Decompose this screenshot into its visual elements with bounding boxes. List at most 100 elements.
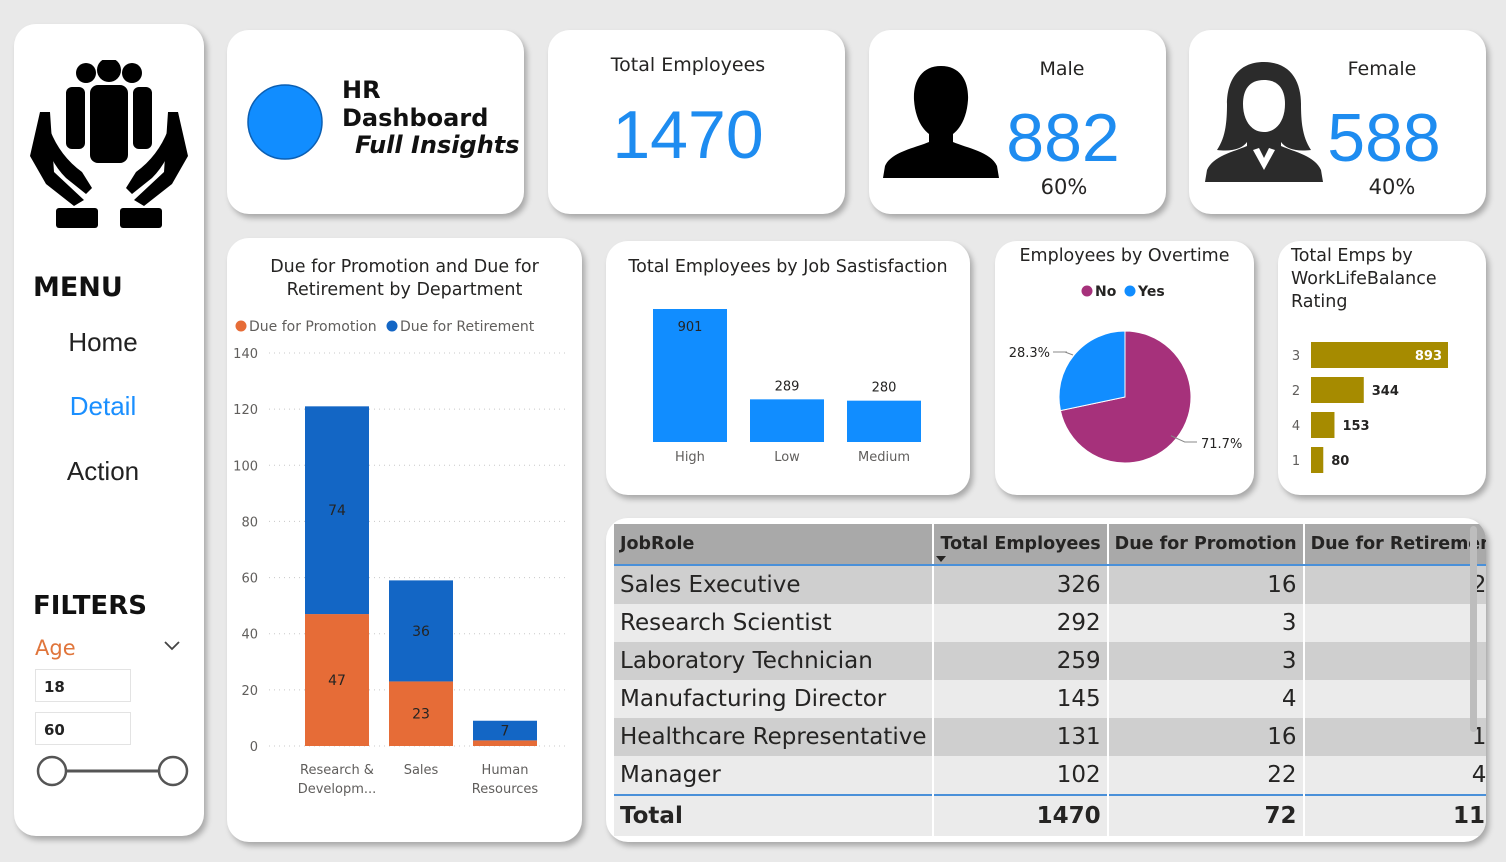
male-silhouette-icon: [883, 66, 999, 178]
table-row[interactable]: Laboratory Technician 259 3 5: [614, 642, 1486, 680]
promotion-bar: [473, 740, 537, 746]
x-tick-label: Medium: [858, 450, 910, 465]
col-header-total-employees[interactable]: Total Employees: [933, 524, 1109, 566]
age-max-input[interactable]: 60: [35, 712, 131, 745]
table-total-row: Total 1470 72 117: [614, 794, 1486, 836]
col-header-due-promotion[interactable]: Due for Promotion: [1107, 524, 1305, 566]
total-employees-value: 1470: [612, 97, 764, 173]
job-satisfaction-card: Total Employees by Job Sastisfaction 901…: [606, 241, 970, 495]
bar-data-label: 893: [1415, 349, 1442, 364]
table-row[interactable]: Manufacturing Director 145 4 9: [614, 680, 1486, 718]
slider-handle-min[interactable]: [36, 755, 68, 787]
bar-data-label: 7: [501, 724, 510, 740]
table-scrollbar[interactable]: [1470, 526, 1477, 732]
cell-jobrole: Sales Executive: [614, 565, 935, 604]
cell-promotion: 16: [1107, 565, 1305, 604]
cell-retirement: 5: [1303, 604, 1486, 642]
cell-jobrole: Healthcare Representative: [614, 718, 935, 756]
hr-care-logo-icon: [30, 60, 188, 228]
sidebar: MENU Home Detail Action FILTERS Age 18 6…: [14, 24, 204, 836]
table-row[interactable]: Manager 102 22 44: [614, 756, 1486, 795]
brand-circle-icon: [247, 84, 323, 160]
worklife-bar-chart: 3 893 2 344 4 153 1 80: [1292, 342, 1448, 473]
job-satisfaction-bar-chart: 901 High 289 Low 280 Medium: [653, 309, 921, 465]
nav-action[interactable]: Action: [14, 456, 192, 487]
female-label: Female: [1347, 58, 1417, 80]
col-header-total-employees-label: Total Employees: [940, 534, 1101, 554]
cell-jobrole: Manager: [614, 756, 935, 795]
department-stacked-bar-chart: Due for Promotion Due for Retirement 0 20 4…: [233, 319, 569, 797]
satisfaction-bar: [750, 399, 824, 442]
pie-data-label: 28.3%: [1009, 346, 1050, 361]
y-tick-label: 100: [233, 459, 258, 474]
y-tick-label: 0: [250, 740, 258, 755]
cell-promotion: 3: [1107, 642, 1305, 680]
legend-label: Due for Promotion: [249, 319, 377, 335]
age-range-slider[interactable]: [35, 754, 190, 788]
bar-data-label: 36: [412, 624, 430, 640]
cell-promotion: 16: [1107, 718, 1305, 756]
cell-jobrole: Laboratory Technician: [614, 642, 935, 680]
male-value: 882: [1006, 100, 1120, 176]
header-card: HR Dashboard Full Insights: [227, 30, 524, 214]
male-percent: 60%: [1040, 175, 1088, 199]
cell-jobrole: Manufacturing Director: [614, 680, 935, 718]
filters-title: FILTERS: [33, 591, 147, 621]
bar-data-label: 153: [1342, 419, 1369, 434]
male-card: Male 882 60%: [869, 30, 1166, 214]
x-tick-label: Resources: [472, 782, 539, 797]
cell-retirement: 5: [1303, 642, 1486, 680]
cell-total: 326: [933, 565, 1109, 604]
cell-total: 145: [933, 680, 1109, 718]
bar-data-label: 280: [872, 381, 897, 396]
table-row[interactable]: Healthcare Representative 131 16 13: [614, 718, 1486, 756]
slider-handle-max[interactable]: [157, 755, 189, 787]
y-tick-label: 60: [241, 572, 258, 587]
y-tick-label: 4: [1292, 419, 1300, 434]
y-tick-label: 2: [1292, 384, 1300, 399]
cell-total: 259: [933, 642, 1109, 680]
legend-label: No: [1095, 284, 1117, 300]
chevron-down-icon[interactable]: [162, 636, 182, 656]
x-tick-label: Low: [774, 450, 800, 465]
y-tick-label: 20: [241, 684, 258, 699]
bar-data-label: 289: [775, 379, 800, 394]
y-tick-label: 80: [241, 515, 258, 530]
pie-slice-yes: [1058, 330, 1126, 412]
table-row[interactable]: Research Scientist 292 3 5: [614, 604, 1486, 642]
jobrole-table: JobRole Total Employees Due for Promotio…: [614, 524, 1486, 836]
bar-data-label: 47: [328, 673, 346, 689]
worklife-bar: [1311, 412, 1335, 438]
male-label: Male: [1039, 58, 1085, 80]
cell-total-promotion: 72: [1107, 794, 1305, 836]
bar-data-label: 80: [1331, 454, 1349, 469]
worklife-bar: [1311, 447, 1324, 473]
y-tick-label: 140: [233, 347, 258, 362]
col-header-jobrole[interactable]: JobRole: [614, 524, 935, 566]
cell-retirement: 44: [1303, 756, 1486, 795]
y-tick-label: 1: [1292, 454, 1300, 469]
cell-promotion: 22: [1107, 756, 1305, 795]
cell-promotion: 3: [1107, 604, 1305, 642]
sort-descending-icon: [936, 556, 947, 562]
cell-retirement: 13: [1303, 718, 1486, 756]
pie-data-label: 71.7%: [1201, 437, 1242, 452]
y-tick-label: 120: [233, 403, 258, 418]
legend-marker: [386, 320, 398, 332]
cell-jobrole: Research Scientist: [614, 604, 935, 642]
table-row[interactable]: Sales Executive 326 16 20: [614, 565, 1486, 604]
dashboard-subtitle: Full Insights: [355, 131, 520, 159]
x-tick-label: Sales: [404, 763, 439, 778]
dashboard-title: HR Dashboard: [342, 76, 489, 132]
worklife-card: Total Emps by WorkLifeBalance Rating 3 89…: [1278, 241, 1486, 495]
x-tick-label: Human: [482, 763, 529, 778]
x-tick-label: Research &: [300, 763, 374, 778]
col-header-due-retirement[interactable]: Due for Retirement: [1303, 524, 1486, 566]
legend-marker: [1081, 285, 1093, 297]
age-min-input[interactable]: 18: [35, 669, 131, 702]
pie-leader-line-b: [1053, 351, 1074, 356]
nav-home[interactable]: Home: [14, 327, 192, 358]
nav-detail[interactable]: Detail: [14, 391, 192, 422]
satisfaction-bar: [847, 400, 921, 442]
cell-total: 292: [933, 604, 1109, 642]
